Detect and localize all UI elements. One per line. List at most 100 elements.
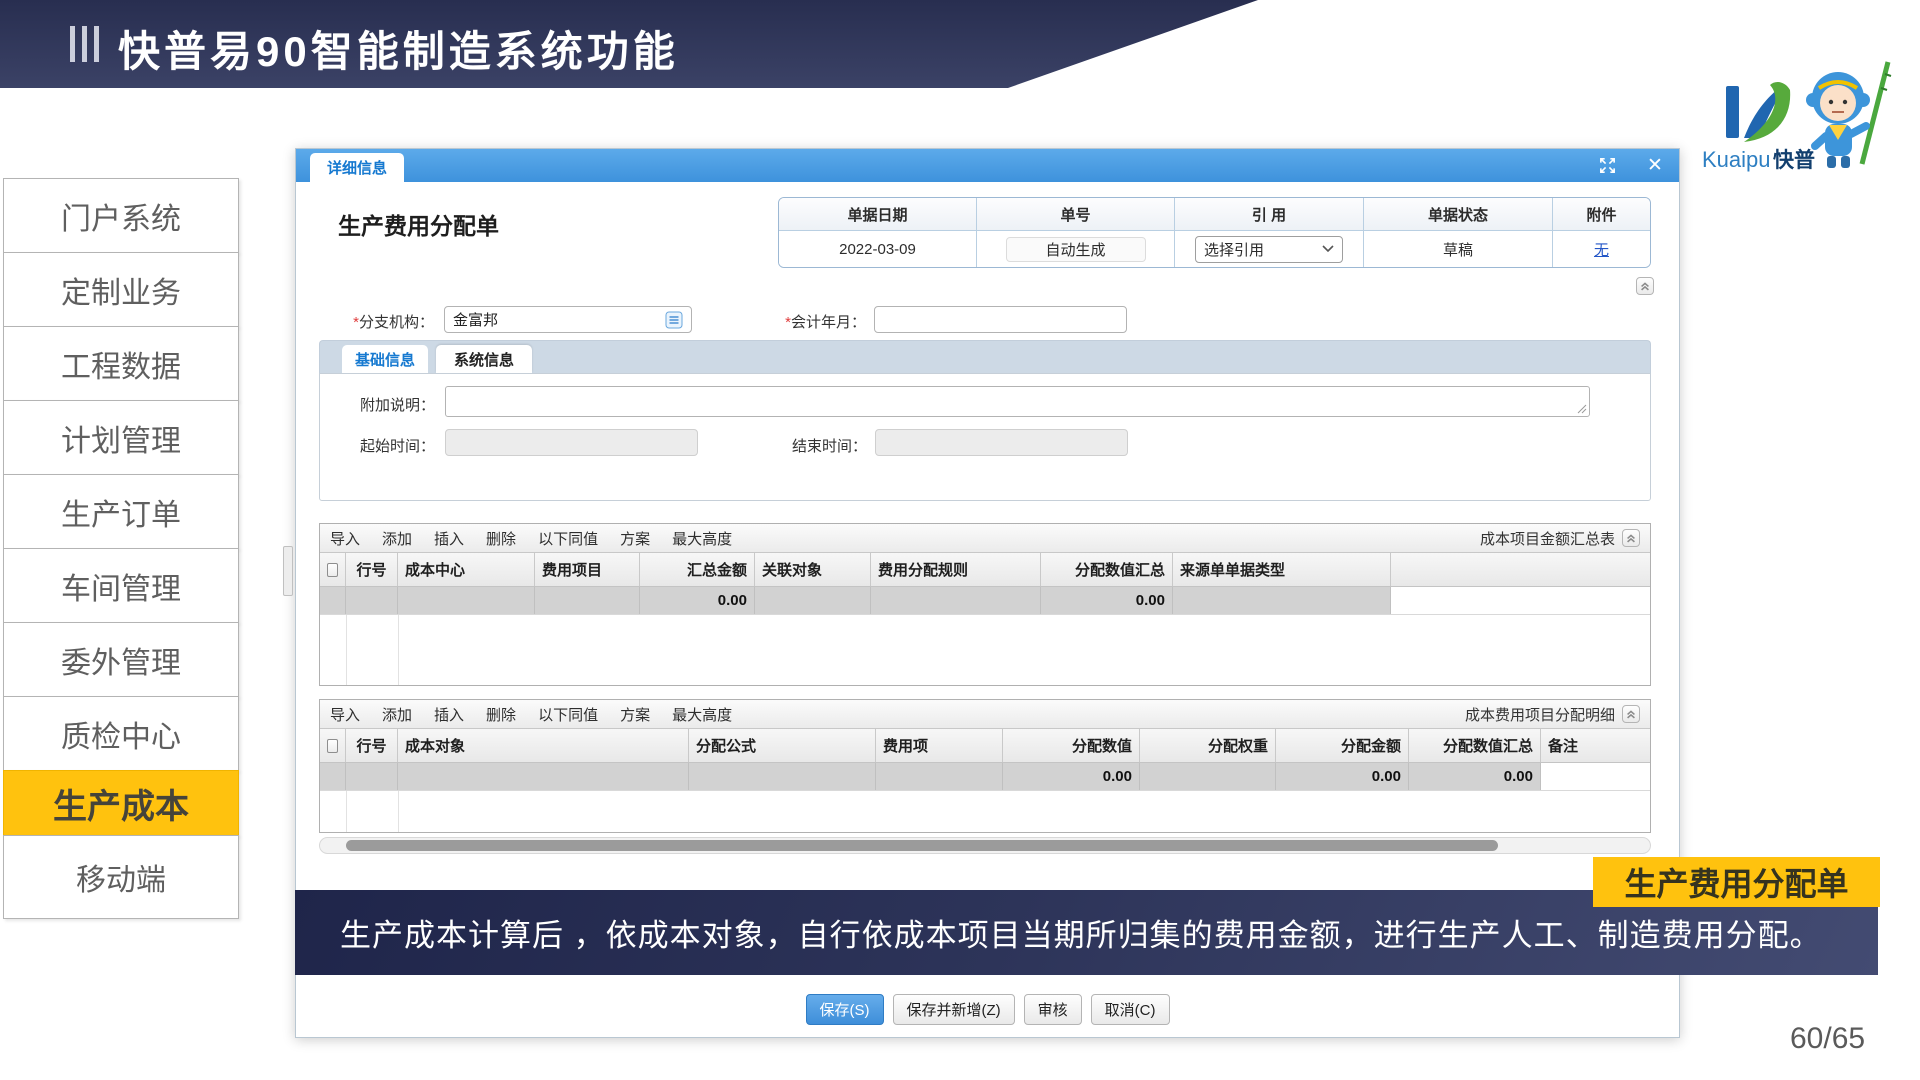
- insert-button[interactable]: 插入: [434, 528, 464, 549]
- double-chevron-up-icon: [1639, 280, 1651, 292]
- sidebar-item-outsourcing[interactable]: 委外管理: [3, 622, 239, 697]
- grid2-collapse-button[interactable]: [1622, 705, 1640, 723]
- add-button[interactable]: 添加: [382, 704, 412, 725]
- sidebar-item-mobile[interactable]: 移动端: [3, 835, 239, 919]
- doc-no-field[interactable]: 自动生成: [1006, 237, 1146, 262]
- logo-brand-cn: 快普: [1773, 148, 1815, 172]
- panel-collapse-handle[interactable]: [283, 546, 293, 596]
- col-cost-object: 成本对象: [398, 729, 689, 762]
- max-height-button[interactable]: 最大高度: [672, 528, 732, 549]
- attachment-link[interactable]: 无: [1594, 239, 1609, 260]
- sidebar-item-label: 车间管理: [61, 564, 181, 608]
- sidebar-item-engineering-data[interactable]: 工程数据: [3, 326, 239, 401]
- top-banner: 快普易90智能制造系统功能: [0, 0, 1920, 88]
- logo-brand-en: Kuaipu: [1702, 147, 1771, 172]
- sidebar-item-quality-center[interactable]: 质检中心: [3, 696, 239, 771]
- period-input[interactable]: [874, 306, 1127, 333]
- sidebar-item-production-order[interactable]: 生产订单: [3, 474, 239, 549]
- sum-alloc-value: 0.00: [1003, 763, 1140, 790]
- kuaipu-logo: Kuaipu 快普: [1680, 52, 1920, 190]
- scrollbar-thumb[interactable]: [346, 840, 1498, 851]
- doc-status-value: 草稿: [1364, 231, 1553, 267]
- reference-select[interactable]: 选择引用: [1195, 236, 1343, 263]
- audit-button[interactable]: 审核: [1024, 994, 1082, 1025]
- sidebar-item-custom-business[interactable]: 定制业务: [3, 252, 239, 327]
- sum-alloc-value-total: 0.00: [1041, 587, 1173, 614]
- dialog-buttons: 保存(S) 保存并新增(Z) 审核 取消(C): [296, 994, 1679, 1025]
- note-textarea[interactable]: [445, 386, 1590, 417]
- col-expense-item: 费用项目: [535, 553, 640, 586]
- save-button[interactable]: 保存(S): [806, 994, 884, 1025]
- horizontal-scrollbar[interactable]: [319, 837, 1651, 854]
- col-rowno: 行号: [346, 729, 398, 762]
- sidebar-item-label: 定制业务: [61, 268, 181, 312]
- import-button[interactable]: 导入: [330, 704, 360, 725]
- slide-title: 快普易90智能制造系统功能: [118, 18, 679, 79]
- sum-alloc-amount: 0.00: [1276, 763, 1409, 790]
- maximize-icon[interactable]: [1597, 155, 1617, 175]
- grid1-header-row: 行号 成本中心 费用项目 汇总金额 关联对象 费用分配规则 分配数值汇总 来源单…: [320, 553, 1650, 587]
- same-value-below-button[interactable]: 以下同值: [538, 528, 598, 549]
- scheme-button[interactable]: 方案: [620, 704, 650, 725]
- grid2-header-row: 行号 成本对象 分配公式 费用项 分配数值 分配权重 分配金额 分配数值汇总 备…: [320, 729, 1650, 763]
- resize-grip-icon[interactable]: [1577, 404, 1587, 414]
- cancel-button[interactable]: 取消(C): [1091, 994, 1170, 1025]
- select-all-checkbox[interactable]: [327, 563, 338, 577]
- col-related-object: 关联对象: [755, 553, 871, 586]
- grid2-summary-row: 0.00 0.00 0.00: [320, 763, 1650, 791]
- grid-line: [398, 791, 399, 832]
- max-height-button[interactable]: 最大高度: [672, 704, 732, 725]
- tab-system-info[interactable]: 系统信息: [436, 345, 532, 373]
- save-and-new-button[interactable]: 保存并新增(Z): [893, 994, 1015, 1025]
- sidebar-item-production-cost[interactable]: 生产成本: [3, 770, 239, 836]
- sidebar: 门户系统 定制业务 工程数据 计划管理 生产订单 车间管理 委外管理 质检中心 …: [3, 179, 239, 919]
- import-button[interactable]: 导入: [330, 528, 360, 549]
- tab-detail-info[interactable]: 详细信息: [310, 153, 404, 182]
- branch-input-value: 金富邦: [453, 309, 665, 330]
- lookup-list-icon[interactable]: [665, 311, 683, 329]
- delete-button[interactable]: 删除: [486, 528, 516, 549]
- col-alloc-rule: 费用分配规则: [871, 553, 1041, 586]
- doc-attach-header: 附件: [1553, 198, 1650, 231]
- grid1-collapse-button[interactable]: [1622, 529, 1640, 547]
- close-icon[interactable]: ✕: [1645, 155, 1665, 175]
- sidebar-item-label: 委外管理: [61, 638, 181, 682]
- same-value-below-button[interactable]: 以下同值: [538, 704, 598, 725]
- col-rowno: 行号: [346, 553, 398, 586]
- sidebar-item-label: 生产成本: [53, 779, 189, 828]
- insert-button[interactable]: 插入: [434, 704, 464, 725]
- sidebar-item-label: 计划管理: [61, 416, 181, 460]
- sidebar-item-portal[interactable]: 门户系统: [3, 178, 239, 253]
- grid1-title: 成本项目金额汇总表: [1480, 528, 1615, 549]
- col-alloc-weight: 分配权重: [1140, 729, 1276, 762]
- select-all-checkbox[interactable]: [327, 739, 338, 753]
- tab-basic-info[interactable]: 基础信息: [342, 345, 428, 373]
- grid2-toolbar: 导入 添加 插入 删除 以下同值 方案 最大高度 成本费用项目分配明细: [320, 700, 1650, 729]
- double-chevron-up-icon: [1625, 708, 1637, 720]
- delete-button[interactable]: 删除: [486, 704, 516, 725]
- page-number: 60/65: [1790, 1022, 1865, 1056]
- header-collapse-button[interactable]: [1636, 277, 1654, 295]
- caption-text: 生产成本计算后 ，依成本对象，自行依成本项目当期所归集的费用金额，进行生产人工、…: [340, 910, 1822, 955]
- reference-select-value: 选择引用: [1204, 239, 1264, 260]
- start-time-input: [445, 429, 698, 456]
- doc-status-header: 单据状态: [1364, 198, 1553, 231]
- double-chevron-up-icon: [1625, 532, 1637, 544]
- col-source-doc-type: 来源单单据类型: [1173, 553, 1391, 586]
- branch-input[interactable]: 金富邦: [444, 306, 692, 333]
- sum-total-amount: 0.00: [640, 587, 755, 614]
- doc-date-header: 单据日期: [779, 198, 977, 231]
- doc-date-value[interactable]: 2022-03-09: [779, 231, 977, 267]
- grid1-toolbar: 导入 添加 插入 删除 以下同值 方案 最大高度 成本项目金额汇总表: [320, 524, 1650, 553]
- period-label: *会计年月：: [781, 311, 866, 332]
- scheme-button[interactable]: 方案: [620, 528, 650, 549]
- cost-expense-alloc-grid: 导入 添加 插入 删除 以下同值 方案 最大高度 成本费用项目分配明细 行号 成…: [319, 699, 1651, 833]
- dialog-titlebar: 详细信息 ✕: [296, 149, 1679, 182]
- grid2-title-wrap: 成本费用项目分配明细: [1465, 704, 1640, 725]
- sidebar-item-workshop[interactable]: 车间管理: [3, 548, 239, 623]
- grid1-title-wrap: 成本项目金额汇总表: [1480, 528, 1640, 549]
- basic-info-panel: 附加说明： 起始时间： 结束时间：: [319, 373, 1651, 501]
- add-button[interactable]: 添加: [382, 528, 412, 549]
- grid1-summary-row: 0.00 0.00: [320, 587, 1650, 615]
- sidebar-item-plan-management[interactable]: 计划管理: [3, 400, 239, 475]
